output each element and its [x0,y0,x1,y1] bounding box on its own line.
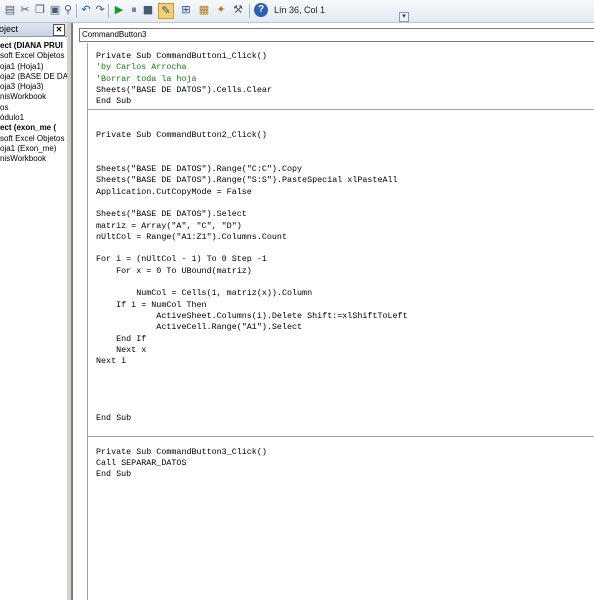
project-explorer-panel: roject ✕ ect (DIANA PRUIsoft Excel Objet… [0,23,68,600]
project-tree-item[interactable]: os [0,103,67,113]
close-icon[interactable]: ✕ [53,24,65,36]
object-dropdown[interactable]: CommandButton3 [79,28,594,42]
code-line[interactable]: 'Borrar toda la hoja [96,74,197,85]
code-line[interactable]: ActiveSheet.Columns(i).Delete Shift:=xlS… [96,311,407,322]
procedure-separator [88,436,594,437]
project-tree-item[interactable]: oja2 (BASE DE DAT [0,72,67,82]
project-tree-item[interactable]: oja3 (Hoja3) [0,82,67,92]
code-line[interactable]: Sheets("BASE DE DATOS").Range("S:S").Pas… [96,175,398,186]
object-dropdown-value: CommandButton3 [82,30,147,39]
code-line[interactable]: ActiveCell.Range("A1").Select [96,322,302,333]
code-line[interactable]: 'by Carlos Arrocha [96,62,186,73]
toolbar-separator [108,4,109,18]
project-tree-item[interactable]: soft Excel Objetos [0,51,67,61]
insert-icon[interactable]: ▤ [3,3,17,17]
run-icon[interactable]: ▶ [112,3,126,17]
code-line[interactable]: Private Sub CommandButton1_Click() [96,51,267,62]
project-explorer-icon[interactable]: ⊞ [179,3,193,17]
code-line[interactable]: Private Sub CommandButton2_Click() [96,130,267,141]
code-line[interactable]: Next x [96,345,146,356]
code-line[interactable]: End If [96,334,146,345]
paste-icon[interactable]: ▣ [48,3,62,17]
reset-icon[interactable]: ■ [141,3,155,17]
code-line[interactable]: For x = 0 To UBound(matriz) [96,266,252,277]
code-line[interactable]: Call SEPARAR_DATOS [96,458,186,469]
code-line[interactable]: Sheets("BASE DE DATOS").Select [96,209,247,220]
code-line[interactable]: Next i [96,356,126,367]
code-line[interactable]: nUltCol = Range("A1:Z1").Columns.Count [96,232,287,243]
project-explorer-header: roject ✕ [0,23,67,37]
code-line[interactable]: Sheets("BASE DE DATOS").Cells.Clear [96,85,272,96]
project-explorer-title: roject [0,24,19,34]
help-icon[interactable]: ? [254,3,268,17]
cursor-position-status: Lín 36, Col 1 [274,5,326,15]
toolbox-icon[interactable]: ⚒ [231,3,245,17]
standard-toolbar: ▤ ✂ ❐ ▣ ⚲ ↶ ↷ ▶ ⏸ ■ ✎ ⊞ ▦ ✦ ⚒ ? Lín 36, … [0,0,594,23]
project-tree: ect (DIANA PRUI soft Excel Objetos oja1 (H… [0,41,67,165]
project-tree-item[interactable]: nisWorkbook [0,92,67,102]
cut-icon[interactable]: ✂ [18,3,32,17]
undo-icon[interactable]: ↶ [79,3,93,17]
code-line[interactable]: End Sub [96,96,131,107]
project-tree-item[interactable]: ódulo1 [0,113,67,123]
code-line[interactable]: Sheets("BASE DE DATOS").Range("C:C").Cop… [96,164,302,175]
toolbar-options-chevron-icon[interactable]: ▾ [399,12,409,22]
code-line[interactable]: Application.CutCopyMode = False [96,187,252,198]
object-browser-icon[interactable]: ✦ [214,3,228,17]
code-line[interactable]: For i = (nUltCol - 1) To 0 Step -1 [96,254,267,265]
code-line[interactable]: Private Sub CommandButton3_Click() [96,447,267,458]
find-icon[interactable]: ⚲ [61,3,75,17]
code-line[interactable]: If i = NumCol Then [96,300,206,311]
procedure-separator [88,109,594,110]
copy-icon[interactable]: ❐ [33,3,47,17]
margin-indicator-bar[interactable] [73,43,88,600]
code-line[interactable]: End Sub [96,413,131,424]
design-mode-icon[interactable]: ✎ [158,3,174,19]
break-icon[interactable]: ⏸ [127,3,141,17]
code-line[interactable]: matriz = Array("A", "C", "D") [96,221,242,232]
project-tree-item[interactable]: oja1 (Hoja1) [0,62,67,72]
project-tree-item[interactable]: oja1 (Exon_me) [0,144,67,154]
code-line[interactable]: End Sub [96,469,131,480]
code-editor[interactable]: Private Sub CommandButton1_Click()'by Ca… [88,43,594,600]
toolbar-separator [76,4,77,18]
properties-window-icon[interactable]: ▦ [197,3,211,17]
code-line[interactable]: NumCol = Cells(1, matriz(x)).Column [96,288,312,299]
project-tree-item[interactable]: ect (exon_me ( [0,123,67,133]
code-window: CommandButton3 Private Sub CommandButton… [72,23,594,600]
project-tree-item[interactable]: soft Excel Objetos [0,134,67,144]
toolbar-separator [249,4,250,18]
redo-icon[interactable]: ↷ [93,3,107,17]
project-tree-item[interactable]: ect (DIANA PRUI [0,41,67,51]
project-tree-item[interactable]: nisWorkbook [0,154,67,164]
